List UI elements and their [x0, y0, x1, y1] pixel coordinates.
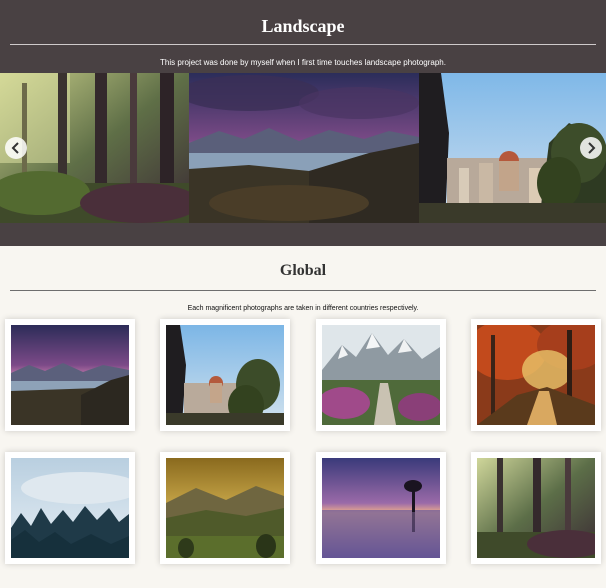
- image-carousel[interactable]: [0, 73, 606, 223]
- mountain-lake-sunset-photo: [189, 73, 419, 223]
- carousel-slide-mountain-lake: [189, 73, 419, 223]
- carousel-slide-florence: [419, 73, 606, 223]
- gallery-photo-card[interactable]: [5, 319, 135, 431]
- global-divider: [10, 290, 596, 291]
- global-section-subtitle: Each magnificent photographs are taken i…: [187, 305, 419, 312]
- gallery-photo-card[interactable]: [160, 319, 290, 431]
- chevron-left-icon: [11, 142, 19, 154]
- mountain-lake-sunset-photo: [11, 325, 129, 425]
- gallery-photo-card[interactable]: [471, 319, 601, 431]
- gallery-photo-card[interactable]: [316, 319, 446, 431]
- snowy-mountain-path-photo: [322, 325, 440, 425]
- landscape-header-section: Landscape This project was done by mysel…: [0, 0, 606, 246]
- chevron-right-icon: [588, 142, 596, 154]
- gallery-photo-card[interactable]: [471, 452, 601, 564]
- green-forest-photo: [477, 458, 595, 558]
- global-section-title: Global: [279, 262, 327, 279]
- lone-tree-lake-photo: [322, 458, 440, 558]
- gallery-photo-card[interactable]: [5, 452, 135, 564]
- carousel-next-button[interactable]: [580, 137, 602, 159]
- autumn-forest-photo: [477, 325, 595, 425]
- forest-photo: [0, 73, 189, 223]
- gallery-photo-card[interactable]: [160, 452, 290, 564]
- title-divider: [10, 44, 596, 45]
- florence-cityscape-photo: [166, 325, 284, 425]
- florence-cityscape-photo: [419, 73, 606, 223]
- carousel-slide-forest: [0, 73, 189, 223]
- misty-pine-forest-photo: [11, 458, 129, 558]
- golden-valley-photo: [166, 458, 284, 558]
- page-title: Landscape: [261, 16, 345, 36]
- gallery-photo-card[interactable]: [316, 452, 446, 564]
- page-subtitle: This project was done by myself when I f…: [160, 58, 446, 67]
- carousel-prev-button[interactable]: [5, 137, 27, 159]
